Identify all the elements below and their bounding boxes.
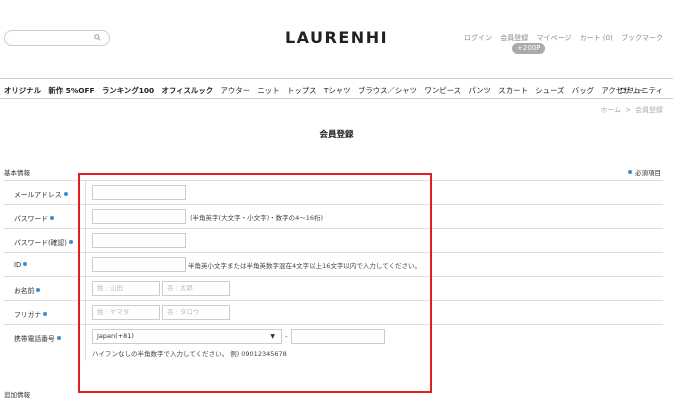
first-name-kana-field[interactable]: 名 : タロウ: [162, 305, 231, 320]
form-row-id: ID 半角英小文字または半角英数字混在4文字以上16文字以内で入力してください。: [4, 253, 663, 277]
page-title: 会員登録: [319, 130, 354, 140]
password-label: パスワード: [14, 213, 54, 223]
required-dot-icon: [628, 170, 632, 174]
phone-dash: -: [285, 332, 288, 341]
form-row-name: お名前 姓 : 山田 名 : 太郎: [4, 277, 663, 301]
nav-item-ranking[interactable]: ランキング100: [102, 86, 154, 95]
last-name-field[interactable]: 姓 : 山田: [92, 281, 160, 296]
password-confirm-field[interactable]: [92, 233, 186, 248]
id-note: 半角英小文字または半角英数字混在4文字以上16文字以内で入力してください。: [188, 261, 422, 270]
form-row-password-confirm: パスワード(確認): [4, 229, 663, 253]
registration-form: メールアドレス パスワード (半角英字(大文字・小文字)・数字の4～16桁) パ…: [4, 180, 663, 361]
phone-number-field[interactable]: [290, 329, 385, 344]
nav-item-tops[interactable]: トップス: [287, 86, 317, 95]
login-link[interactable]: ログイン: [464, 34, 492, 42]
section-additional-info: 追加情報: [4, 391, 30, 398]
password-confirm-label: パスワード(確認): [14, 237, 73, 247]
last-name-kana-field[interactable]: 姓 : ヤマダ: [92, 305, 160, 320]
nav-item-community[interactable]: コミュニティ: [619, 85, 663, 96]
nav-item-bag[interactable]: バッグ: [572, 86, 594, 95]
nav-item-office-look[interactable]: オフィスルック: [162, 86, 214, 95]
required-note: 必須項目: [628, 167, 661, 177]
dropdown-arrow-icon: ▼: [270, 333, 275, 340]
required-dot-icon: [43, 312, 48, 316]
phone-hint: ハイフンなしの半角数字で入力してください。 例) 09012345678: [92, 350, 287, 358]
form-row-furigana: フリガナ 姓 : ヤマダ 名 : タロウ: [4, 301, 663, 325]
bookmark-link[interactable]: ブックマーク: [621, 34, 663, 42]
required-dot-icon: [49, 216, 54, 220]
points-badge: +200P: [512, 43, 546, 54]
nav-divider-top: [0, 78, 673, 79]
form-row-email: メールアドレス: [4, 181, 663, 205]
nav-item-pants[interactable]: パンツ: [468, 86, 491, 95]
mypage-link[interactable]: マイページ: [537, 34, 572, 42]
furigana-label: フリガナ: [14, 309, 48, 319]
nav-item-new[interactable]: 新作 5%OFF: [48, 86, 94, 95]
register-link[interactable]: 会員登録: [500, 34, 528, 42]
nav-item-skirt[interactable]: スカート: [498, 86, 528, 95]
phone-label: 携帯電話番号: [14, 333, 61, 343]
required-note-text: 必須項目: [635, 169, 661, 177]
nav-item-original[interactable]: オリジナル: [4, 86, 41, 95]
first-name-field[interactable]: 名 : 太郎: [162, 281, 231, 296]
required-dot-icon: [63, 192, 68, 196]
section-basic-info: 基本情報: [4, 169, 30, 177]
name-label: お名前: [14, 285, 41, 295]
nav-item-onepiece[interactable]: ワンピース: [424, 86, 461, 95]
country-code-value: Japan(+81): [97, 332, 134, 340]
nav-item-knit[interactable]: ニット: [257, 86, 279, 95]
user-nav: ログイン 会員登録 マイページ カート (0) ブックマーク: [458, 33, 663, 43]
nav-item-tshirt[interactable]: Tシャツ: [324, 86, 351, 95]
breadcrumb-current: 会員登録: [635, 106, 663, 114]
nav-item-blouse[interactable]: ブラウス／シャツ: [358, 86, 417, 95]
breadcrumb-home[interactable]: ホーム: [600, 106, 621, 114]
cart-link[interactable]: カート (0): [580, 34, 613, 42]
breadcrumb-separator: >: [625, 106, 631, 114]
required-dot-icon: [36, 288, 41, 292]
required-dot-icon: [68, 240, 73, 244]
id-label: ID: [14, 261, 28, 269]
password-note: (半角英字(大文字・小文字)・数字の4～16桁): [190, 213, 324, 222]
global-nav: オリジナル 新作 5%OFF ランキング100 オフィスルック アウター ニット…: [4, 85, 650, 96]
form-row-phone: 携帯電話番号 Japan(+81) ▼ - ハイフンなしの半角数字で入力してください…: [4, 325, 663, 361]
password-field[interactable]: [92, 209, 186, 224]
id-field[interactable]: [92, 257, 186, 272]
email-field[interactable]: [92, 185, 186, 200]
breadcrumb: ホーム > 会員登録: [600, 105, 663, 115]
required-dot-icon: [56, 336, 61, 340]
nav-item-shoes[interactable]: シューズ: [535, 86, 564, 95]
form-row-password: パスワード (半角英字(大文字・小文字)・数字の4～16桁): [4, 205, 663, 229]
nav-divider-bottom: [0, 98, 673, 99]
nav-item-outer[interactable]: アウター: [220, 86, 250, 95]
required-dot-icon: [23, 262, 28, 266]
country-code-select[interactable]: Japan(+81) ▼: [92, 329, 282, 344]
email-label: メールアドレス: [14, 189, 68, 199]
